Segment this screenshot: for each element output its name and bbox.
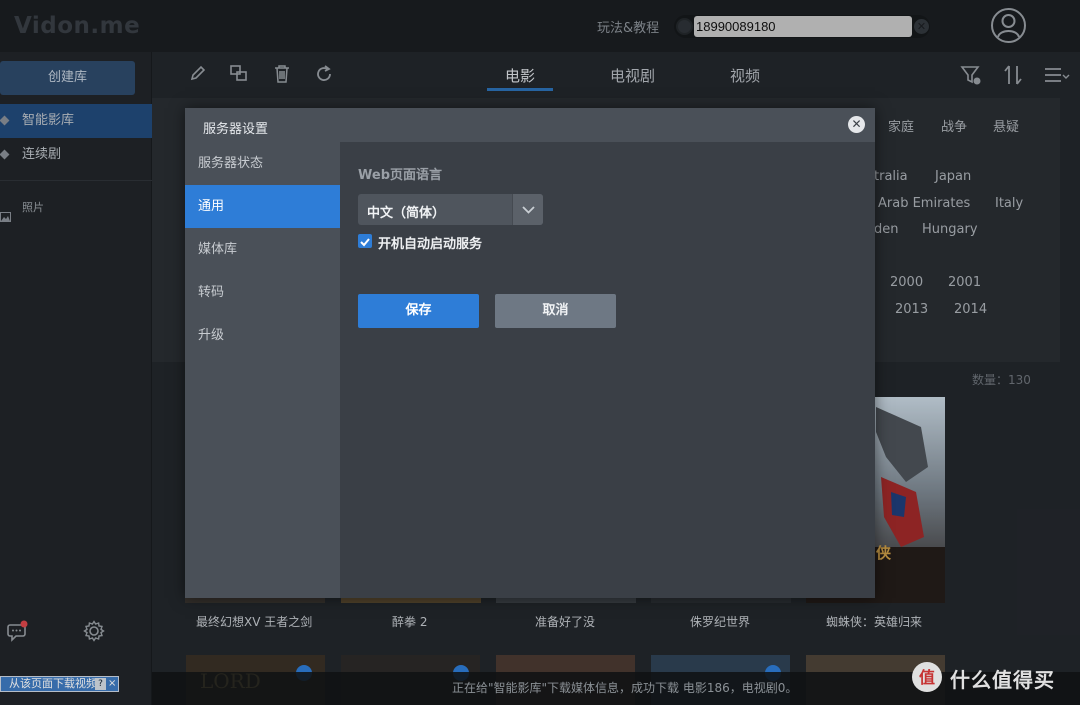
settings-tab-server-status[interactable]: 服务器状态 [185, 142, 340, 185]
server-settings-dialog: 服务器设置 ✕ 服务器状态 通用 媒体库 转码 升级 Web页面语言 中文（简体… [185, 108, 875, 598]
autostart-label[interactable]: 开机自动启动服务 [378, 233, 482, 252]
settings-tab-transcoding[interactable]: 转码 [185, 271, 340, 314]
save-button[interactable]: 保存 [358, 294, 479, 328]
web-language-label: Web页面语言 [358, 168, 442, 183]
dialog-title: 服务器设置 [203, 122, 269, 137]
close-dialog-icon[interactable]: ✕ [848, 116, 865, 133]
settings-content: Web页面语言 中文（简体） 开机自动启动服务 保存 取消 [340, 142, 875, 598]
chevron-down-icon[interactable] [512, 194, 543, 225]
settings-tab-general[interactable]: 通用 [185, 185, 340, 228]
language-select-value: 中文（简体） [367, 206, 446, 221]
cancel-button[interactable]: 取消 [495, 294, 616, 328]
autostart-checkbox[interactable] [358, 234, 372, 248]
language-select[interactable]: 中文（简体） [358, 194, 543, 225]
dialog-header: 服务器设置 ✕ [185, 108, 875, 142]
checkmark-icon [360, 238, 370, 247]
settings-tab-media-library[interactable]: 媒体库 [185, 228, 340, 271]
settings-nav: 服务器状态 通用 媒体库 转码 升级 [185, 142, 340, 598]
settings-tab-upgrade[interactable]: 升级 [185, 314, 340, 357]
